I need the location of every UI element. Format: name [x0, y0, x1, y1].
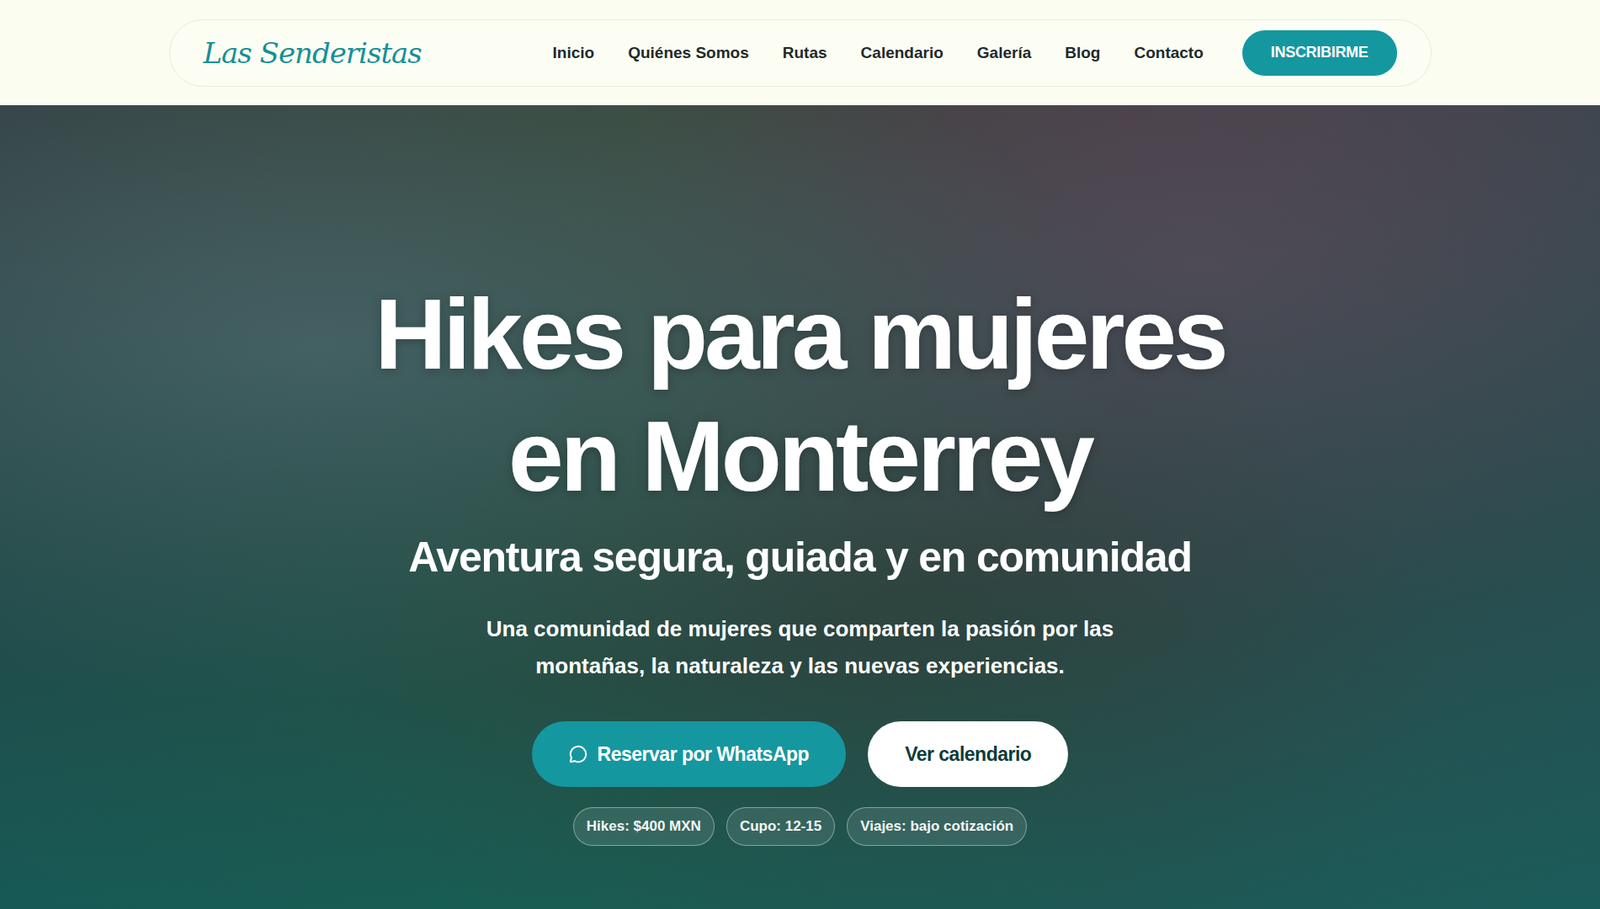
nav-link[interactable]: Inicio [552, 43, 596, 63]
nav-menu: Inicio Quiénes Somos Rutas Calendario Galerí… [552, 30, 1398, 76]
hero-photo: Hikes para mujeresen Monterrey Aventura s… [0, 105, 1600, 909]
page: Las Senderistas Inicio Quiénes Somos Rutas C… [0, 0, 1600, 909]
nav-link[interactable]: Blog [1064, 43, 1101, 63]
hero-description: Una comunidad de mujeres que comparten l… [455, 610, 1146, 685]
nav-link[interactable]: Quiénes Somos [627, 43, 750, 63]
nav-link[interactable]: Galería [977, 43, 1032, 63]
hero-buttons: Reservar por WhatsApp Ver calendario [531, 721, 1069, 787]
logo[interactable]: Las Senderistas [203, 36, 422, 70]
nav-link[interactable]: Calendario [861, 43, 944, 63]
nav-link[interactable]: Rutas [782, 43, 828, 63]
whatsapp-button[interactable]: Reservar por WhatsApp [531, 721, 847, 787]
info-chip: Viajes: bajo cotización [846, 807, 1027, 846]
hero-title-line: Hikes para mujeres [374, 273, 1225, 396]
info-chip: Cupo: 12-15 [726, 807, 835, 846]
nav-link[interactable]: Contacto [1133, 43, 1203, 63]
info-chip: Hikes: $400 MXN [573, 807, 715, 846]
hero-subtitle: Aventura segura, guiada y en comunidad [408, 532, 1192, 582]
signup-button[interactable]: INSCRIBIRME [1242, 30, 1398, 76]
header: Las Senderistas Inicio Quiénes Somos Rutas C… [0, 0, 1600, 106]
hero-title: Hikes para mujeresen Monterrey [374, 273, 1225, 518]
info-chips: Hikes: $400 MXN Cupo: 12-15 Viajes: bajo c… [573, 807, 1027, 846]
hero-title-line: en Monterrey [374, 395, 1225, 518]
calendar-button[interactable]: Ver calendario [867, 721, 1069, 787]
whatsapp-icon [568, 744, 588, 764]
nav-bar: Las Senderistas Inicio Quiénes Somos Rutas C… [169, 19, 1432, 87]
